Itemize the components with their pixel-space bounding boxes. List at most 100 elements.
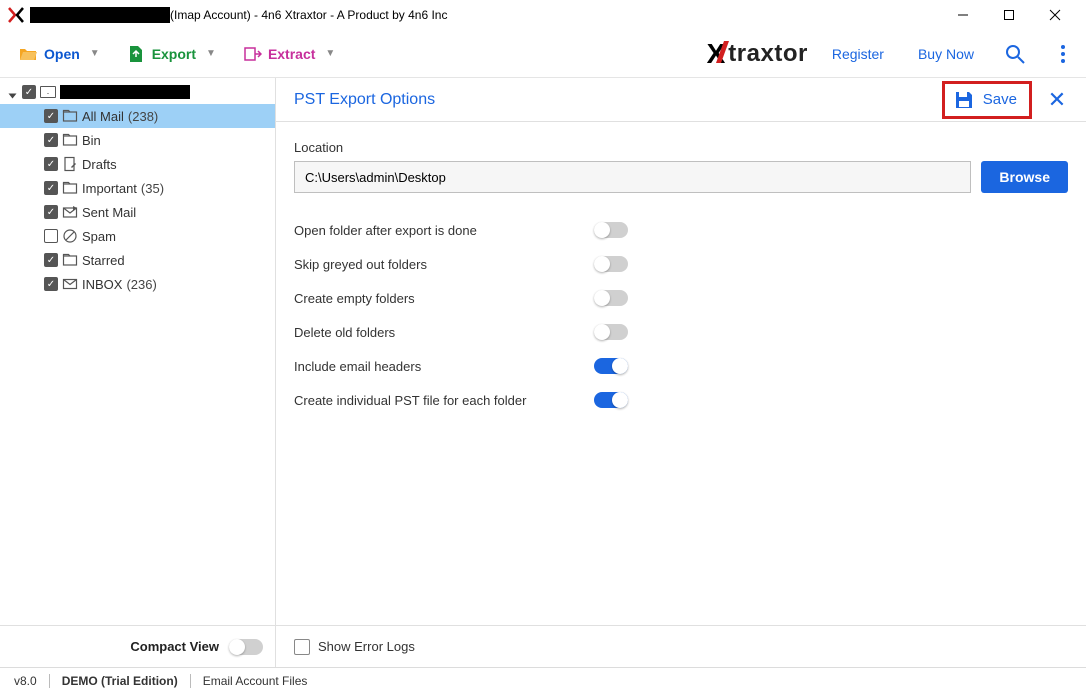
checkbox[interactable] — [44, 157, 58, 171]
location-input[interactable] — [294, 161, 971, 193]
extract-icon — [242, 44, 262, 64]
folder-icon — [62, 180, 78, 196]
compact-view-toggle[interactable] — [229, 639, 263, 655]
folder-label: Bin — [82, 133, 101, 148]
brand-logo: Xtraxtor — [707, 38, 808, 70]
chevron-down-icon: ▼ — [325, 48, 335, 59]
compact-view-label: Compact View — [130, 639, 219, 654]
folder-icon — [62, 132, 78, 148]
export-options-panel: PST Export Options Save ✕ Location Brows… — [276, 78, 1086, 667]
option-label: Skip greyed out folders — [294, 257, 594, 272]
checkbox[interactable] — [22, 85, 36, 99]
folder-open-icon — [18, 44, 38, 64]
option-row: Delete old folders — [294, 315, 1068, 349]
folder-label: Spam — [82, 229, 116, 244]
option-toggle[interactable] — [594, 256, 628, 272]
main-toolbar: Open ▼ Export ▼ Extract ▼ Xtraxtor Regis… — [0, 30, 1086, 78]
export-label: Export — [152, 46, 196, 62]
tree-item[interactable]: INBOX (236) — [0, 272, 275, 296]
tree-item[interactable]: All Mail (238) — [0, 104, 275, 128]
app-logo-icon — [8, 7, 24, 23]
open-menu-button[interactable]: Open ▼ — [12, 40, 106, 68]
folder-label: INBOX — [82, 277, 122, 292]
show-error-logs-label: Show Error Logs — [318, 639, 415, 654]
checkbox[interactable] — [44, 277, 58, 291]
option-toggle[interactable] — [594, 324, 628, 340]
folder-label: Drafts — [82, 157, 117, 172]
search-icon[interactable] — [1004, 43, 1026, 65]
extract-label: Extract — [268, 46, 315, 62]
register-link[interactable]: Register — [832, 46, 884, 62]
folder-sidebar: All Mail (238) Bin Drafts Important (35) Sen… — [0, 78, 276, 667]
save-label: Save — [983, 91, 1017, 108]
save-button[interactable]: Save — [942, 81, 1032, 119]
expand-toggle-icon[interactable] — [10, 88, 18, 96]
checkbox[interactable] — [44, 133, 58, 147]
option-label: Open folder after export is done — [294, 223, 594, 238]
browse-button[interactable]: Browse — [981, 161, 1068, 193]
show-error-logs-checkbox[interactable] — [294, 639, 310, 655]
folder-count: (35) — [141, 181, 164, 196]
folder-icon — [62, 108, 78, 124]
tree-item[interactable]: Spam — [0, 224, 275, 248]
option-label: Include email headers — [294, 359, 594, 374]
redacted-account-name — [30, 7, 170, 23]
save-icon — [953, 89, 975, 111]
chevron-down-icon: ▼ — [90, 48, 100, 59]
title-bar: (Imap Account) - 4n6 Xtraxtor - A Produc… — [0, 0, 1086, 30]
folder-label: All Mail — [82, 109, 124, 124]
location-label: Location — [294, 140, 1068, 155]
panel-title: PST Export Options — [294, 91, 435, 109]
maximize-button[interactable] — [986, 0, 1032, 30]
open-label: Open — [44, 46, 80, 62]
checkbox[interactable] — [44, 253, 58, 267]
panel-footer: Show Error Logs — [276, 625, 1086, 667]
checkbox[interactable] — [44, 109, 58, 123]
option-toggle[interactable] — [594, 392, 628, 408]
folder-label: Sent Mail — [82, 205, 136, 220]
sent-icon — [62, 204, 78, 220]
spam-icon — [62, 228, 78, 244]
option-label: Create individual PST file for each fold… — [294, 393, 594, 408]
inbox-icon — [62, 276, 78, 292]
compact-view-row: Compact View — [0, 625, 275, 667]
folder-count: (236) — [126, 277, 156, 292]
more-menu-icon[interactable] — [1052, 43, 1074, 65]
option-row: Include email headers — [294, 349, 1068, 383]
tree-item[interactable]: Bin — [0, 128, 275, 152]
folder-label: Starred — [82, 253, 125, 268]
checkbox[interactable] — [44, 205, 58, 219]
option-label: Create empty folders — [294, 291, 594, 306]
edition-label: DEMO (Trial Edition) — [62, 674, 178, 688]
checkbox[interactable] — [44, 229, 58, 243]
export-menu-button[interactable]: Export ▼ — [120, 40, 222, 68]
close-panel-button[interactable]: ✕ — [1046, 89, 1068, 111]
option-toggle[interactable] — [594, 222, 628, 238]
option-toggle[interactable] — [594, 358, 628, 374]
redacted-account-label — [60, 85, 190, 99]
export-file-icon — [126, 44, 146, 64]
folder-count: (238) — [128, 109, 158, 124]
draft-icon — [62, 156, 78, 172]
tree-item[interactable]: Sent Mail — [0, 200, 275, 224]
buy-now-link[interactable]: Buy Now — [918, 46, 974, 62]
folder-icon — [62, 252, 78, 268]
option-row: Skip greyed out folders — [294, 247, 1068, 281]
minimize-button[interactable] — [940, 0, 986, 30]
folder-label: Important — [82, 181, 137, 196]
panel-header: PST Export Options Save ✕ — [276, 78, 1086, 122]
tree-item[interactable]: Drafts — [0, 152, 275, 176]
option-label: Delete old folders — [294, 325, 594, 340]
option-row: Create individual PST file for each fold… — [294, 383, 1068, 417]
breadcrumb: Email Account Files — [203, 674, 308, 688]
status-bar: v8.0 DEMO (Trial Edition) Email Account … — [0, 667, 1086, 693]
tree-item[interactable]: Starred — [0, 248, 275, 272]
checkbox[interactable] — [44, 181, 58, 195]
close-window-button[interactable] — [1032, 0, 1078, 30]
folder-tree: All Mail (238) Bin Drafts Important (35) Sen… — [0, 78, 275, 625]
extract-menu-button[interactable]: Extract ▼ — [236, 40, 341, 68]
option-row: Create empty folders — [294, 281, 1068, 315]
option-toggle[interactable] — [594, 290, 628, 306]
tree-item[interactable]: Important (35) — [0, 176, 275, 200]
tree-root-account[interactable] — [0, 80, 275, 104]
